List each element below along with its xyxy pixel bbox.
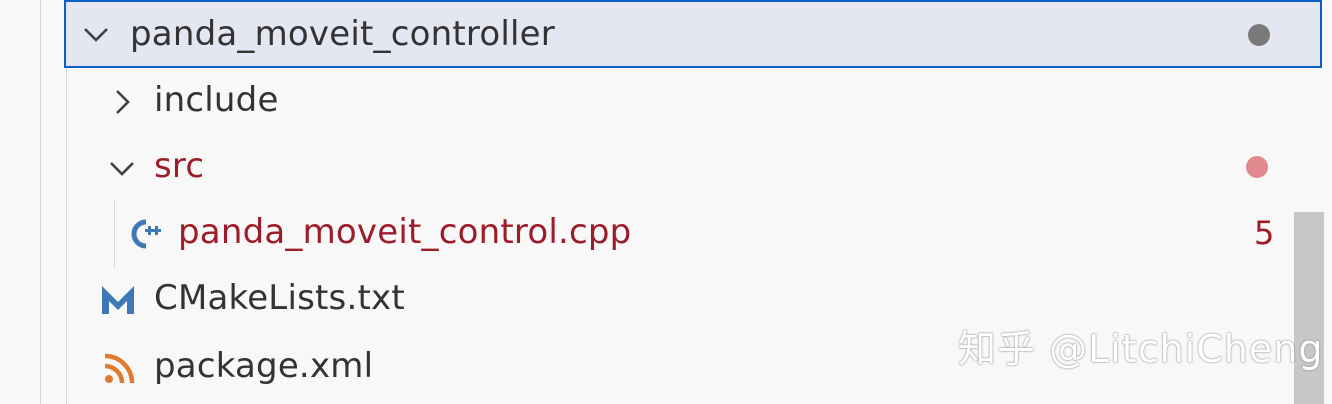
tree-item-include[interactable]: include — [0, 70, 1294, 136]
tree-item-label: CMakeLists.txt — [154, 278, 405, 318]
problem-count-badge: 5 — [1254, 214, 1275, 252]
tree-item-label: src — [154, 146, 205, 186]
tree-item-panda-moveit-control-cpp[interactable]: panda_moveit_control.cpp 5 — [0, 202, 1294, 268]
chevron-down-icon — [84, 28, 108, 42]
rss-xml-file-icon — [104, 353, 135, 384]
status-dot-icon — [1246, 156, 1268, 178]
tree-item-src[interactable]: src — [0, 136, 1294, 202]
tree-item-label: include — [154, 80, 279, 120]
cmake-file-icon — [102, 286, 134, 314]
tree-item-label: panda_moveit_control.cpp — [178, 212, 632, 252]
cpp-file-icon — [131, 219, 161, 249]
tree-item-label: package.xml — [154, 346, 374, 386]
chevron-right-icon — [116, 90, 130, 114]
tree-item-label: panda_moveit_controller — [130, 14, 555, 54]
vertical-scrollbar[interactable] — [1294, 212, 1324, 404]
chevron-down-icon — [110, 162, 134, 176]
watermark: 知乎 @LitchiCheng — [958, 327, 1324, 371]
file-explorer: panda_moveit_controller include src pand… — [0, 0, 1332, 404]
status-dot-icon — [1248, 24, 1270, 46]
tree-item-panda-moveit-controller[interactable]: panda_moveit_controller — [64, 0, 1322, 68]
